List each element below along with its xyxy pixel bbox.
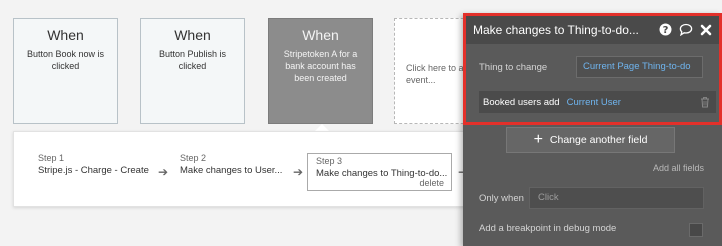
plus-icon: + bbox=[533, 131, 543, 148]
event-card-book-now[interactable]: When Button Book now is clicked bbox=[13, 18, 118, 124]
step-number: Step 1 bbox=[38, 153, 65, 163]
trash-icon[interactable] bbox=[700, 95, 712, 109]
only-when-condition-input[interactable]: Click bbox=[529, 187, 704, 209]
step-number: Step 3 bbox=[316, 156, 343, 166]
field-assignment-row: Booked users add Current User bbox=[479, 91, 716, 113]
step-name: Stripe.js - Charge - Create bbox=[38, 165, 149, 176]
event-description: Stripetoken A for a bank account has bee… bbox=[283, 49, 358, 83]
thing-to-change-field[interactable]: Current Page Thing-to-do bbox=[576, 56, 703, 78]
add-event-placeholder[interactable]: Click here to a event... bbox=[394, 18, 474, 124]
arrow-right-icon: ➔ bbox=[158, 165, 169, 179]
field-value-expression[interactable]: Current User bbox=[567, 97, 621, 108]
thing-to-change-label: Thing to change bbox=[479, 62, 548, 73]
selected-event-pointer bbox=[315, 124, 329, 131]
only-when-label: Only when bbox=[479, 193, 524, 204]
add-event-text: Click here to a event... bbox=[406, 63, 464, 85]
workflow-steps-bar: Step 1 Stripe.js - Charge - Create ➔ Ste… bbox=[13, 131, 503, 207]
event-when-label: When bbox=[47, 27, 84, 43]
svg-text:?: ? bbox=[663, 25, 669, 36]
step-3[interactable]: Step 3 Make changes to Thing-to-do... de… bbox=[307, 153, 452, 191]
close-icon[interactable] bbox=[698, 22, 713, 37]
event-when-label: When bbox=[174, 27, 211, 43]
event-card-publish[interactable]: When Button Publish is clicked bbox=[140, 18, 245, 124]
step-1[interactable]: Step 1 Stripe.js - Charge - Create bbox=[38, 153, 149, 176]
event-description: Button Publish is clicked bbox=[158, 49, 227, 71]
add-all-fields-link[interactable]: Add all fields bbox=[653, 163, 704, 173]
comment-icon[interactable] bbox=[678, 22, 693, 37]
breakpoint-label: Add a breakpoint in debug mode bbox=[479, 223, 617, 234]
step-name: Make changes to User... bbox=[180, 165, 283, 176]
action-property-editor: Make changes to Thing-to-do... ? Thing t… bbox=[463, 13, 722, 246]
event-when-label: When bbox=[302, 27, 339, 43]
step-number: Step 2 bbox=[180, 153, 207, 163]
change-another-field-button[interactable]: + Change another field bbox=[506, 127, 675, 153]
field-name[interactable]: Booked users add bbox=[483, 97, 560, 108]
event-card-stripetoken[interactable]: When Stripetoken A for a bank account ha… bbox=[268, 18, 373, 124]
panel-header[interactable]: Make changes to Thing-to-do... ? bbox=[466, 16, 719, 44]
breakpoint-checkbox[interactable] bbox=[689, 223, 703, 237]
step-2[interactable]: Step 2 Make changes to User... bbox=[180, 153, 282, 176]
delete-step-link[interactable]: delete bbox=[419, 178, 444, 188]
help-icon[interactable]: ? bbox=[658, 22, 673, 37]
arrow-right-icon: ➔ bbox=[293, 165, 304, 179]
change-another-field-label: Change another field bbox=[549, 134, 648, 146]
panel-title: Make changes to Thing-to-do... bbox=[473, 23, 639, 37]
event-description: Button Book now is clicked bbox=[26, 49, 105, 71]
